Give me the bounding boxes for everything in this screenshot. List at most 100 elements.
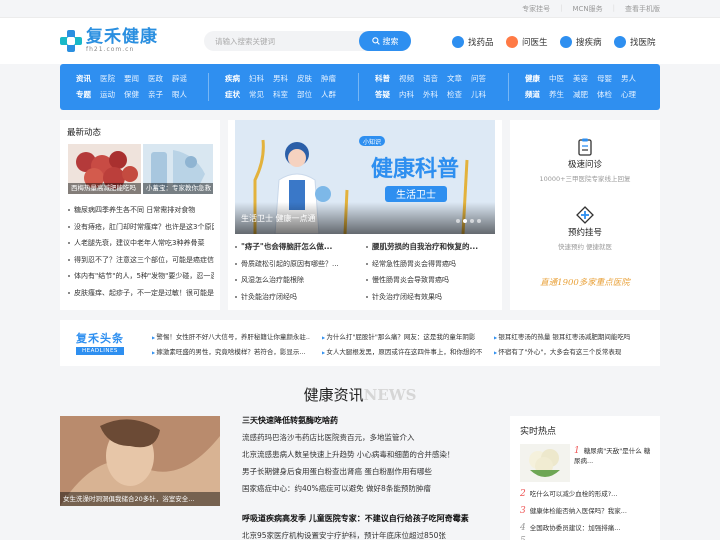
nav-item[interactable]: 频道 (525, 87, 549, 103)
consult-icon (578, 138, 592, 156)
list-item[interactable]: 经常急性肠胃炎会得胃癌吗 (366, 256, 496, 273)
hot-item-3[interactable]: 3 健康体检能否纳入医保吗？我家... (520, 505, 655, 516)
latest-thumb-2[interactable]: 小蓄宝：专家教你急救 (143, 144, 213, 194)
list-item[interactable]: 针灸治疗闭经有效果吗 (366, 289, 496, 306)
site-logo[interactable]: 复禾健康 fh21.com.cn (60, 28, 158, 53)
mcn-service-link[interactable]: MCN服务 (572, 4, 602, 14)
nav-item[interactable]: 答疑 (375, 87, 399, 103)
list-item[interactable]: 慢性肠胃炎会导致胃癌吗 (366, 272, 496, 289)
nav-item[interactable]: 健康 (525, 71, 549, 87)
nav-item[interactable]: 语音 (423, 71, 447, 87)
hot-rank: 1 (574, 446, 580, 456)
list-item[interactable]: 皮肤瘙痒、起疹子，不一定是过敏！很可能是病 (68, 285, 214, 302)
nav-item[interactable]: 中医 (549, 71, 573, 87)
quick-link-hospital[interactable]: 找医院 (614, 36, 656, 48)
nav-item[interactable]: 检查 (447, 87, 471, 103)
carousel-dot[interactable] (470, 219, 474, 223)
carousel-dot[interactable] (477, 219, 481, 223)
search-input[interactable]: 请输入搜索关键词 (215, 36, 275, 47)
headline-item[interactable]: 嫁激素旺盛的男性，究竟啥模样？若符合，影显示... (152, 346, 310, 356)
hot-item-5[interactable]: 5... (520, 536, 655, 540)
headline-item[interactable]: 警惕！女性肝不好八大信号，养肝秘籍让你童颜永驻... (152, 331, 310, 341)
nav-item[interactable]: 外科 (423, 87, 447, 103)
nav-item[interactable]: 妇科 (249, 71, 273, 87)
nav-item[interactable]: 养生 (549, 87, 573, 103)
news-title[interactable]: 三天快速降低转氨酶吃啥药 (242, 415, 338, 426)
headline-item[interactable]: 为什么打"屁股针"那么痛？网友：这是我的童年阴影 (322, 331, 482, 341)
carousel-dot-active[interactable] (463, 219, 467, 223)
nav-item[interactable]: 肿瘤 (321, 71, 345, 87)
nav-item[interactable]: 问答 (471, 71, 495, 87)
list-item[interactable]: 骨质疏松引起的原因有哪些？... (235, 256, 363, 273)
news-item[interactable]: 男子长期健身后食用蛋白粉查出肾癌 蛋白粉副作用有哪些 (242, 466, 502, 477)
nav-item[interactable]: 视频 (399, 71, 423, 87)
nav-item[interactable]: 辟谣 (172, 71, 196, 87)
nav-item[interactable]: 科普 (375, 71, 399, 87)
list-item[interactable]: 针灸能治疗闭经吗 (235, 289, 363, 306)
nav-item[interactable]: 皮肤 (297, 71, 321, 87)
expert-register-link[interactable]: 专家挂号 (522, 4, 550, 14)
nav-item[interactable]: 体检 (597, 87, 621, 103)
quick-link-disease[interactable]: 搜疾病 (560, 36, 602, 48)
nav-item[interactable]: 文章 (447, 71, 471, 87)
nav-item[interactable]: 运动 (100, 87, 124, 103)
nav-item[interactable]: 要闻 (124, 71, 148, 87)
list-item[interactable]: 体内有"结节"的人，5种"发物"要少碰，忍一忍 (68, 268, 214, 285)
latest-thumb-1[interactable]: 西梅热量高减肥能吃吗 (68, 144, 141, 194)
nav-item[interactable]: 减肥 (573, 87, 597, 103)
nav-item[interactable]: 疾病 (225, 71, 249, 87)
hospital-icon (614, 36, 626, 48)
nav-item[interactable]: 男科 (273, 71, 297, 87)
quick-link-doctor[interactable]: 问医生 (506, 36, 548, 48)
nav-item[interactable]: 医政 (148, 71, 172, 87)
nav-item[interactable]: 常见 (249, 87, 273, 103)
nav-item[interactable]: 医院 (100, 71, 124, 87)
list-title[interactable]: 腰肌劳损的自我治疗和恢复的... (366, 239, 496, 256)
nav-item[interactable]: 症状 (225, 87, 249, 103)
news-title[interactable]: 呼吸道疾病高发季 儿童医院专家：不建议自行给孩子吃阿奇霉素 (242, 513, 469, 524)
news-item[interactable]: 流感药玛巴洛沙韦药店比医院贵百元，多地监管介入 (242, 432, 502, 443)
headline-item[interactable]: 怀宿有了"外心"，大多会有这三个反常表现 (494, 346, 654, 356)
news-item[interactable]: 北京流感患病人数呈快速上升趋势 小心病毒和细菌的合并感染！ (242, 449, 502, 460)
nav-item[interactable]: 男人 (621, 71, 645, 87)
list-item[interactable]: 糖尿病四季养生各不同 日常需排对食物 (68, 202, 214, 219)
news-thumb[interactable]: 女生洗澡时洞洞俱我储合20多针，浴室安全... (60, 416, 220, 506)
carousel-dot[interactable] (456, 219, 460, 223)
nav-item[interactable]: 人群 (321, 87, 345, 103)
list-item[interactable]: 得到忍不了？注意这三个部位，可能是癌症信号 (68, 252, 214, 269)
nav-item[interactable]: 眼人 (172, 87, 196, 103)
cauliflower-image (520, 444, 570, 482)
mobile-version-link[interactable]: 查看手机版 (625, 4, 660, 14)
feature-banner[interactable]: 小知识 健康科普 生活卫士 生活卫士 健康一点通 (235, 120, 495, 234)
nav-item[interactable]: 资讯 (76, 71, 100, 87)
nav-item[interactable]: 母婴 (597, 71, 621, 87)
service-consult[interactable]: 极速问诊 10000+三甲医院专家线上回复 (510, 138, 660, 183)
quick-link-drugs[interactable]: 找药品 (452, 36, 494, 48)
headline-item[interactable]: 女人大腿根发黑，原因或许在这四件事上，和你想的不一... (322, 346, 482, 356)
banner-tag: 小知识 (363, 138, 381, 146)
headline-item[interactable]: 银耳红枣汤的热量 银耳红枣汤减肥期间能吃吗 (494, 331, 654, 341)
list-item[interactable]: 人老腿先衰，建议中老年人常吃3种养骨菜 (68, 235, 214, 252)
nav-item[interactable]: 心理 (621, 87, 645, 103)
service-register[interactable]: 预约挂号 快速预约 便捷就医 (510, 206, 660, 251)
news-item[interactable]: 国家癌症中心：约40%癌症可以避免 做好8条能预防肿瘤 (242, 483, 502, 494)
nav-item[interactable]: 内科 (399, 87, 423, 103)
list-item[interactable]: 风湿怎么治疗能根除 (235, 272, 363, 289)
nav-item[interactable]: 儿科 (471, 87, 495, 103)
news-item[interactable]: 北京95家医疗机构设置安宁疗护科，预计年底床位超过850张 (242, 530, 502, 540)
hot-item-1[interactable]: 1 糖尿病"天敌"是什么 糖尿病... (574, 446, 656, 466)
carousel-dots[interactable] (456, 219, 481, 223)
center-list-left: "痔子"也会得脑肝怎么做... 骨质疏松引起的原因有哪些？... 风湿怎么治疗能… (235, 239, 363, 305)
nav-item[interactable]: 保健 (124, 87, 148, 103)
hot-item-2[interactable]: 2 吃什么可以减少血栓的形成?... (520, 488, 655, 499)
list-title[interactable]: "痔子"也会得脑肝怎么做... (235, 239, 363, 256)
nav-item[interactable]: 科室 (273, 87, 297, 103)
nav-item[interactable]: 专题 (76, 87, 100, 103)
nav-item[interactable]: 部位 (297, 87, 321, 103)
search-button[interactable]: 搜索 (359, 31, 411, 51)
hot-text: 全国政协委员建议：加强排痛... (529, 524, 621, 532)
nav-item[interactable]: 亲子 (148, 87, 172, 103)
nav-item[interactable]: 美容 (573, 71, 597, 87)
list-item[interactable]: 没有痔疮，肛门却时常瘙痒？也许是这3个原因 (68, 219, 214, 236)
hot-item-4[interactable]: 4 全国政协委员建议：加强排痛... (520, 522, 655, 533)
